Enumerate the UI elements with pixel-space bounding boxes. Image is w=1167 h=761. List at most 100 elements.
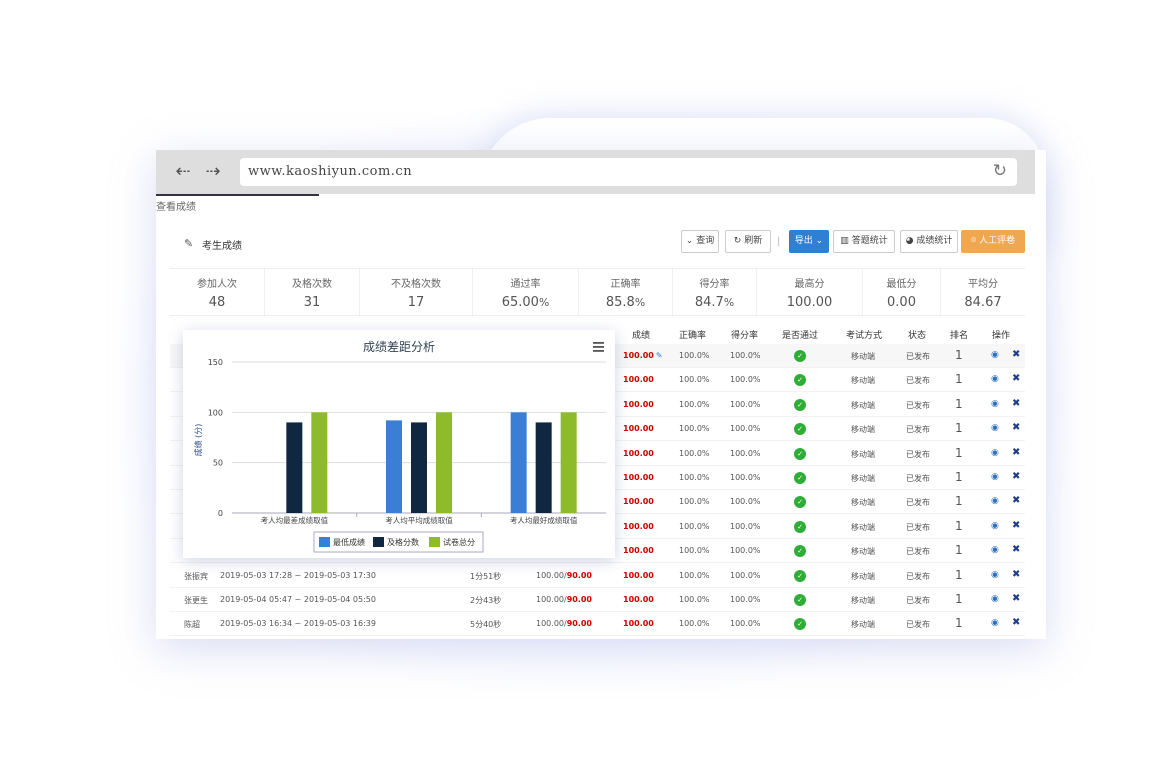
check-circle-icon: ✓: [794, 594, 806, 606]
bar-1-0[interactable]: [286, 422, 303, 513]
legend-label[interactable]: 最低成绩: [333, 537, 365, 547]
reload-icon[interactable]: ↻: [993, 161, 1007, 181]
bar-1-2[interactable]: [535, 422, 552, 513]
hamburger-menu-icon[interactable]: [593, 342, 604, 352]
cell-status: 已发布: [906, 620, 930, 630]
stats-bar: 参加人次 48 及格次数 31 不及格次数 17 通过率 65.00% 正确率 85.8%…: [170, 268, 1025, 317]
bar-2-1[interactable]: [436, 412, 452, 513]
eye-icon[interactable]: ◉: [991, 496, 999, 506]
close-icon[interactable]: ✖: [1012, 593, 1020, 604]
close-icon[interactable]: ✖: [1012, 373, 1020, 384]
cell-rank: 1: [955, 616, 963, 631]
refresh-button[interactable]: ↻ 刷新: [725, 230, 771, 253]
arrow-right-icon[interactable]: ⇢: [202, 162, 224, 182]
table-row: 陈超 2019-05-03 16:34 ~ 2019-05-03 16:39 5分4…: [170, 612, 1025, 637]
x-tick-label: 考人均最好成绩取值: [510, 515, 578, 525]
header-passed[interactable]: 是否通过: [782, 328, 818, 341]
close-icon[interactable]: ✖: [1012, 349, 1020, 360]
pencil-icon[interactable]: ✎: [656, 351, 663, 360]
cell-score-rate: 100.0%: [730, 351, 761, 360]
legend-swatch[interactable]: [373, 537, 384, 547]
header-mode[interactable]: 考试方式: [846, 328, 882, 341]
panel-header: ✎ 考生成绩 ⌄ 查询 ↻ 刷新 | 导出 ⌄ ▥ 答题统计 ◕ 成绩统计 ⌾ …: [170, 228, 1025, 268]
legend-swatch[interactable]: [319, 537, 330, 547]
cell-score-rate: 100.0%: [730, 375, 761, 385]
bar-0-2[interactable]: [510, 412, 527, 513]
cell-duration: 2分43秒: [470, 596, 502, 605]
cell-correct-rate: 100.0%: [679, 521, 710, 531]
cell-score-rate: 100.0%: [730, 595, 761, 604]
stat-pass-count: 及格次数 31: [265, 269, 360, 317]
cell-score: 100.00: [623, 375, 654, 384]
close-icon[interactable]: ✖: [1012, 544, 1020, 555]
cell-time-range: 2019-05-03 16:34 ~ 2019-05-03 16:39: [220, 619, 376, 629]
score-text: 100.00: [623, 546, 654, 556]
score-value: 100.00/: [536, 595, 567, 604]
cell-rank: 1: [955, 421, 963, 436]
header-score[interactable]: 成绩: [632, 328, 650, 341]
cell-correct-rate: 100.0%: [679, 448, 710, 458]
score-total: 90.00: [566, 619, 592, 629]
y-tick-label: 100: [208, 408, 223, 417]
cell-score-rate: 100.0%: [730, 448, 761, 458]
eye-icon[interactable]: ◉: [991, 472, 999, 482]
eye-icon[interactable]: ◉: [991, 545, 999, 555]
legend-label[interactable]: 及格分数: [387, 537, 419, 547]
score-stats-button[interactable]: ◕ 成绩统计: [900, 230, 958, 253]
stat-label: 最低分: [886, 279, 917, 290]
cell-score: 100.00: [623, 546, 654, 555]
header-score-rate[interactable]: 得分率: [731, 328, 758, 341]
eye-icon[interactable]: ◉: [991, 448, 999, 458]
manual-grade-button[interactable]: ⌾ 人工评卷: [961, 230, 1025, 253]
stat-value: 85.8%: [579, 295, 672, 310]
check-circle-icon: ✓: [794, 374, 806, 387]
eye-icon[interactable]: ◉: [991, 594, 999, 604]
bar-0-1[interactable]: [386, 420, 402, 513]
cell-mode: 移动端: [851, 474, 875, 483]
eye-icon[interactable]: ◉: [991, 374, 999, 384]
bar-2-0[interactable]: [311, 412, 328, 513]
stat-min-score: 最低分 0.00: [863, 269, 941, 317]
header-rank[interactable]: 排名: [950, 328, 968, 341]
header-status[interactable]: 状态: [908, 328, 926, 341]
toolbar-divider: |: [777, 236, 781, 247]
stat-label: 不及格次数: [391, 279, 441, 290]
close-icon[interactable]: ✖: [1012, 447, 1020, 458]
score-value: 100.00/: [536, 619, 567, 629]
cell-score: 100.00: [623, 497, 654, 506]
stat-max-score: 最高分 100.00: [757, 269, 863, 317]
close-icon[interactable]: ✖: [1012, 422, 1020, 433]
stat-label: 得分率: [699, 279, 730, 290]
cell-rank: 1: [955, 592, 963, 606]
cell-correct-rate: 100.0%: [679, 546, 710, 556]
address-bar[interactable]: www.kaoshiyun.com.cn ↻: [240, 158, 1017, 186]
cell-duration: 1分51秒: [470, 571, 502, 581]
close-icon[interactable]: ✖: [1012, 617, 1020, 628]
stat-value: 48: [208, 295, 226, 310]
question-stats-button[interactable]: ▥ 答题统计: [833, 230, 895, 253]
export-button[interactable]: 导出 ⌄: [789, 230, 829, 253]
close-icon[interactable]: ✖: [1012, 471, 1020, 482]
close-icon[interactable]: ✖: [1012, 398, 1020, 409]
close-icon[interactable]: ✖: [1012, 495, 1020, 506]
refresh-label: 刷新: [744, 236, 763, 246]
eye-icon[interactable]: ◉: [991, 423, 999, 433]
close-icon[interactable]: ✖: [1012, 569, 1020, 580]
eye-icon[interactable]: ◉: [991, 399, 999, 409]
legend-swatch[interactable]: [429, 537, 440, 547]
legend-label[interactable]: 试卷总分: [443, 537, 475, 547]
close-icon[interactable]: ✖: [1012, 520, 1020, 531]
eye-icon[interactable]: ◉: [991, 618, 999, 628]
bar-1-1[interactable]: [411, 422, 427, 513]
header-correct-rate[interactable]: 正确率: [679, 328, 706, 341]
eye-icon[interactable]: ◉: [991, 350, 999, 360]
query-button[interactable]: ⌄ 查询: [681, 230, 719, 253]
arrow-left-icon[interactable]: ⇠: [172, 162, 194, 182]
cell-correct-rate: 100.0%: [679, 619, 710, 629]
cell-score-pair: 100.00/90.00: [536, 571, 592, 580]
eye-icon[interactable]: ◉: [991, 521, 999, 531]
stat-number: 84.7: [694, 295, 724, 310]
bar-2-2[interactable]: [560, 412, 577, 513]
breadcrumb: 查看成绩: [156, 202, 196, 213]
eye-icon[interactable]: ◉: [991, 570, 999, 580]
